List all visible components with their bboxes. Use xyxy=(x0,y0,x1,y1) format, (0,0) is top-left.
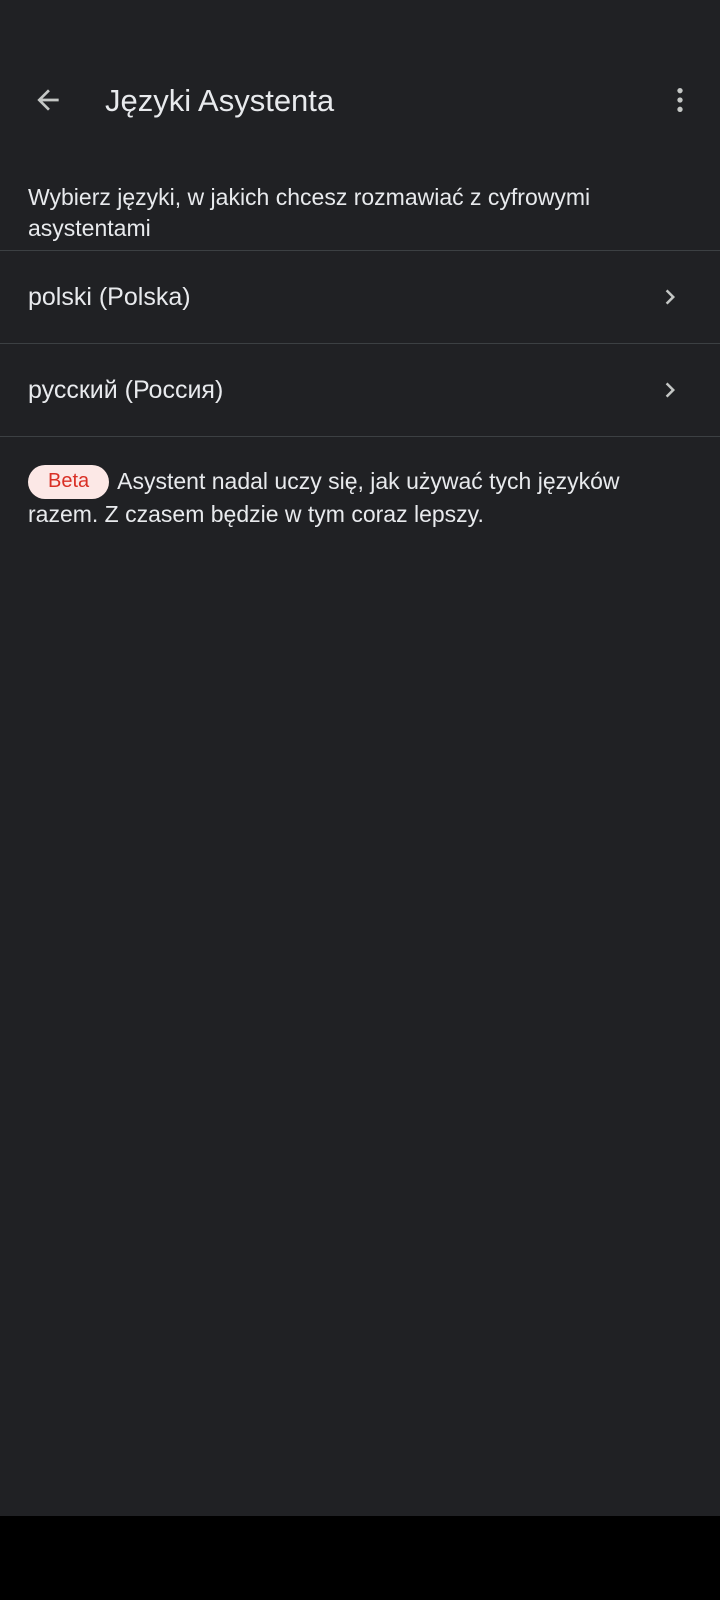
description-text: Wybierz języki, w jakich chcesz rozmawia… xyxy=(28,184,591,241)
language-label: русский (Россия) xyxy=(28,375,224,404)
back-button[interactable] xyxy=(22,76,74,128)
chevron-right-icon xyxy=(654,374,686,406)
page-title: Języki Asystenta xyxy=(105,83,335,118)
language-item-russian[interactable]: русский (Россия) xyxy=(0,344,720,437)
beta-note: Beta Asystent nadal uczy się, jak używać … xyxy=(0,437,720,530)
navigation-bar-area xyxy=(0,1516,720,1600)
beta-badge: Beta xyxy=(28,465,110,499)
assistant-languages-screen: Języki Asystenta Wybierz języki, w jakic… xyxy=(0,0,720,1516)
arrow-left-icon xyxy=(32,84,64,121)
beta-note-text: Asystent nadal uczy się, jak używać tych… xyxy=(28,468,620,527)
more-vertical-icon xyxy=(664,84,696,121)
chevron-right-icon xyxy=(654,281,686,313)
language-item-polish[interactable]: polski (Polska) xyxy=(0,251,720,344)
status-bar xyxy=(0,0,720,52)
more-options-button[interactable] xyxy=(654,76,706,128)
language-label: polski (Polska) xyxy=(28,282,191,311)
app-bar: Języki Asystenta xyxy=(0,52,720,152)
language-list: polski (Polska) русский (Россия) xyxy=(0,251,720,437)
